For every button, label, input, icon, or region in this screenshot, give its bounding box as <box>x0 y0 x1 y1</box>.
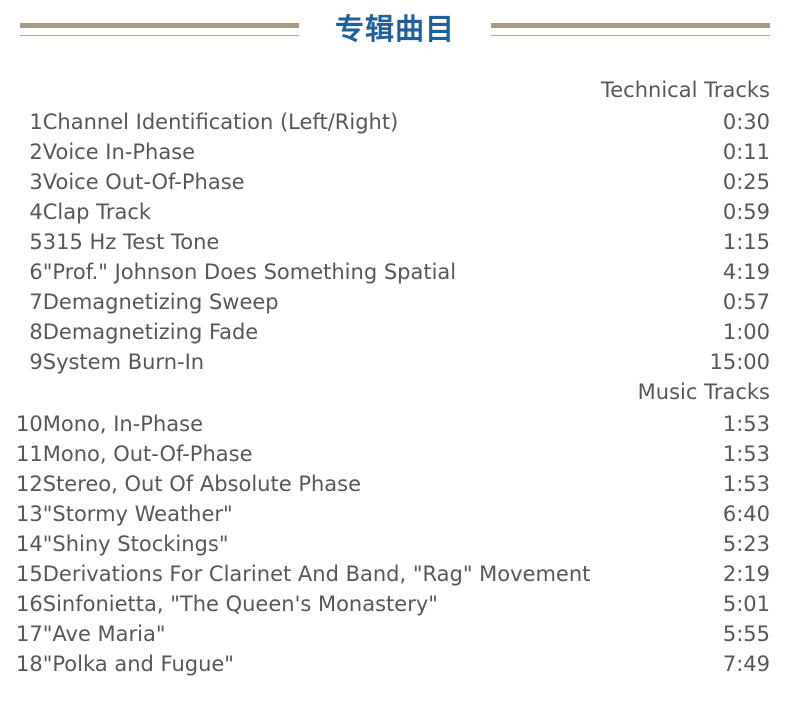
track-duration: 2:19 <box>722 562 770 586</box>
track-duration: 0:11 <box>722 140 770 164</box>
track-title: Mono, In-Phase <box>42 412 203 436</box>
track-row[interactable]: 8 Demagnetizing Fade 1:00 <box>16 320 770 350</box>
track-number: 10 <box>16 412 43 436</box>
track-title: Clap Track <box>42 200 152 224</box>
section-header-row: Technical Tracks <box>16 78 770 110</box>
track-number: 4 <box>29 200 43 224</box>
track-row[interactable]: 18 "Polka and Fugue" 7:49 <box>16 652 770 682</box>
track-row[interactable]: 3 Voice Out-Of-Phase 0:25 <box>16 170 770 200</box>
tracklist-table: Technical Tracks 1 Channel Identification … <box>16 78 770 682</box>
header-rule-left <box>20 22 299 36</box>
track-duration: 1:53 <box>722 442 770 466</box>
track-number: 18 <box>16 652 43 676</box>
track-number: 12 <box>16 472 43 496</box>
section-header-label: Technical Tracks <box>601 78 770 102</box>
track-row[interactable]: 10 Mono, In-Phase 1:53 <box>16 412 770 442</box>
track-duration: 1:53 <box>722 412 770 436</box>
track-number: 15 <box>16 562 43 586</box>
track-duration: 5:55 <box>722 622 770 646</box>
track-duration: 0:30 <box>722 110 770 134</box>
track-number: 17 <box>16 622 43 646</box>
track-number: 1 <box>29 110 43 134</box>
track-title: "Ave Maria" <box>42 622 166 646</box>
track-row[interactable]: 15 Derivations For Clarinet And Band, "Ra… <box>16 562 770 592</box>
track-number: 11 <box>16 442 43 466</box>
track-title: Mono, Out-Of-Phase <box>42 442 253 466</box>
track-title: Demagnetizing Sweep <box>42 290 279 314</box>
track-row[interactable]: 11 Mono, Out-Of-Phase 1:53 <box>16 442 770 472</box>
track-duration: 1:15 <box>722 230 770 254</box>
track-title: "Shiny Stockings" <box>42 532 229 556</box>
track-row[interactable]: 5 315 Hz Test Tone 1:15 <box>16 230 770 260</box>
track-duration: 5:23 <box>722 532 770 556</box>
track-number: 2 <box>29 140 43 164</box>
track-number: 13 <box>16 502 43 526</box>
section-header-row: Music Tracks <box>16 380 770 412</box>
track-title: System Burn-In <box>42 350 205 374</box>
track-row[interactable]: 14 "Shiny Stockings" 5:23 <box>16 532 770 562</box>
track-title: "Stormy Weather" <box>42 502 233 526</box>
track-duration: 6:40 <box>722 502 770 526</box>
track-number: 8 <box>29 320 43 344</box>
track-title: Voice Out-Of-Phase <box>42 170 245 194</box>
track-row[interactable]: 13 "Stormy Weather" 6:40 <box>16 502 770 532</box>
tracklist-container: Technical Tracks 1 Channel Identification … <box>0 58 790 682</box>
track-duration: 0:59 <box>722 200 770 224</box>
track-row[interactable]: 6 "Prof." Johnson Does Something Spatial 4… <box>16 260 770 290</box>
album-tracklist-header: 专辑曲目 <box>0 0 790 58</box>
track-number: 3 <box>29 170 43 194</box>
track-row[interactable]: 12 Stereo, Out Of Absolute Phase 1:53 <box>16 472 770 502</box>
track-row[interactable]: 16 Sinfonietta, "The Queen's Monastery" 5:… <box>16 592 770 622</box>
track-title: 315 Hz Test Tone <box>42 230 220 254</box>
track-title: "Prof." Johnson Does Something Spatial <box>42 260 457 284</box>
track-row[interactable]: 17 "Ave Maria" 5:55 <box>16 622 770 652</box>
track-number: 16 <box>16 592 43 616</box>
track-title: Sinfonietta, "The Queen's Monastery" <box>42 592 438 616</box>
track-number: 5 <box>29 230 43 254</box>
track-duration: 0:25 <box>722 170 770 194</box>
section-header-label: Music Tracks <box>637 380 770 404</box>
track-title: "Polka and Fugue" <box>42 652 234 676</box>
track-number: 6 <box>29 260 43 284</box>
track-duration: 4:19 <box>722 260 770 284</box>
track-title: Stereo, Out Of Absolute Phase <box>42 472 362 496</box>
track-duration: 1:53 <box>722 472 770 496</box>
header-rule-right <box>491 22 771 36</box>
track-duration: 15:00 <box>709 350 770 374</box>
track-title: Channel Identification (Left/Right) <box>42 110 399 134</box>
track-row[interactable]: 1 Channel Identification (Left/Right) 0:30 <box>16 110 770 140</box>
track-title: Voice In-Phase <box>42 140 196 164</box>
track-duration: 7:49 <box>722 652 770 676</box>
track-duration: 5:01 <box>722 592 770 616</box>
track-duration: 0:57 <box>722 290 770 314</box>
track-number: 9 <box>29 350 43 374</box>
track-row[interactable]: 2 Voice In-Phase 0:11 <box>16 140 770 170</box>
track-row[interactable]: 4 Clap Track 0:59 <box>16 200 770 230</box>
track-title: Demagnetizing Fade <box>42 320 259 344</box>
track-title: Derivations For Clarinet And Band, "Rag"… <box>42 562 591 586</box>
track-row[interactable]: 7 Demagnetizing Sweep 0:57 <box>16 290 770 320</box>
track-number: 7 <box>29 290 43 314</box>
page-title: 专辑曲目 <box>335 11 456 46</box>
track-number: 14 <box>16 532 43 556</box>
track-row[interactable]: 9 System Burn-In 15:00 <box>16 350 770 380</box>
track-duration: 1:00 <box>722 320 770 344</box>
